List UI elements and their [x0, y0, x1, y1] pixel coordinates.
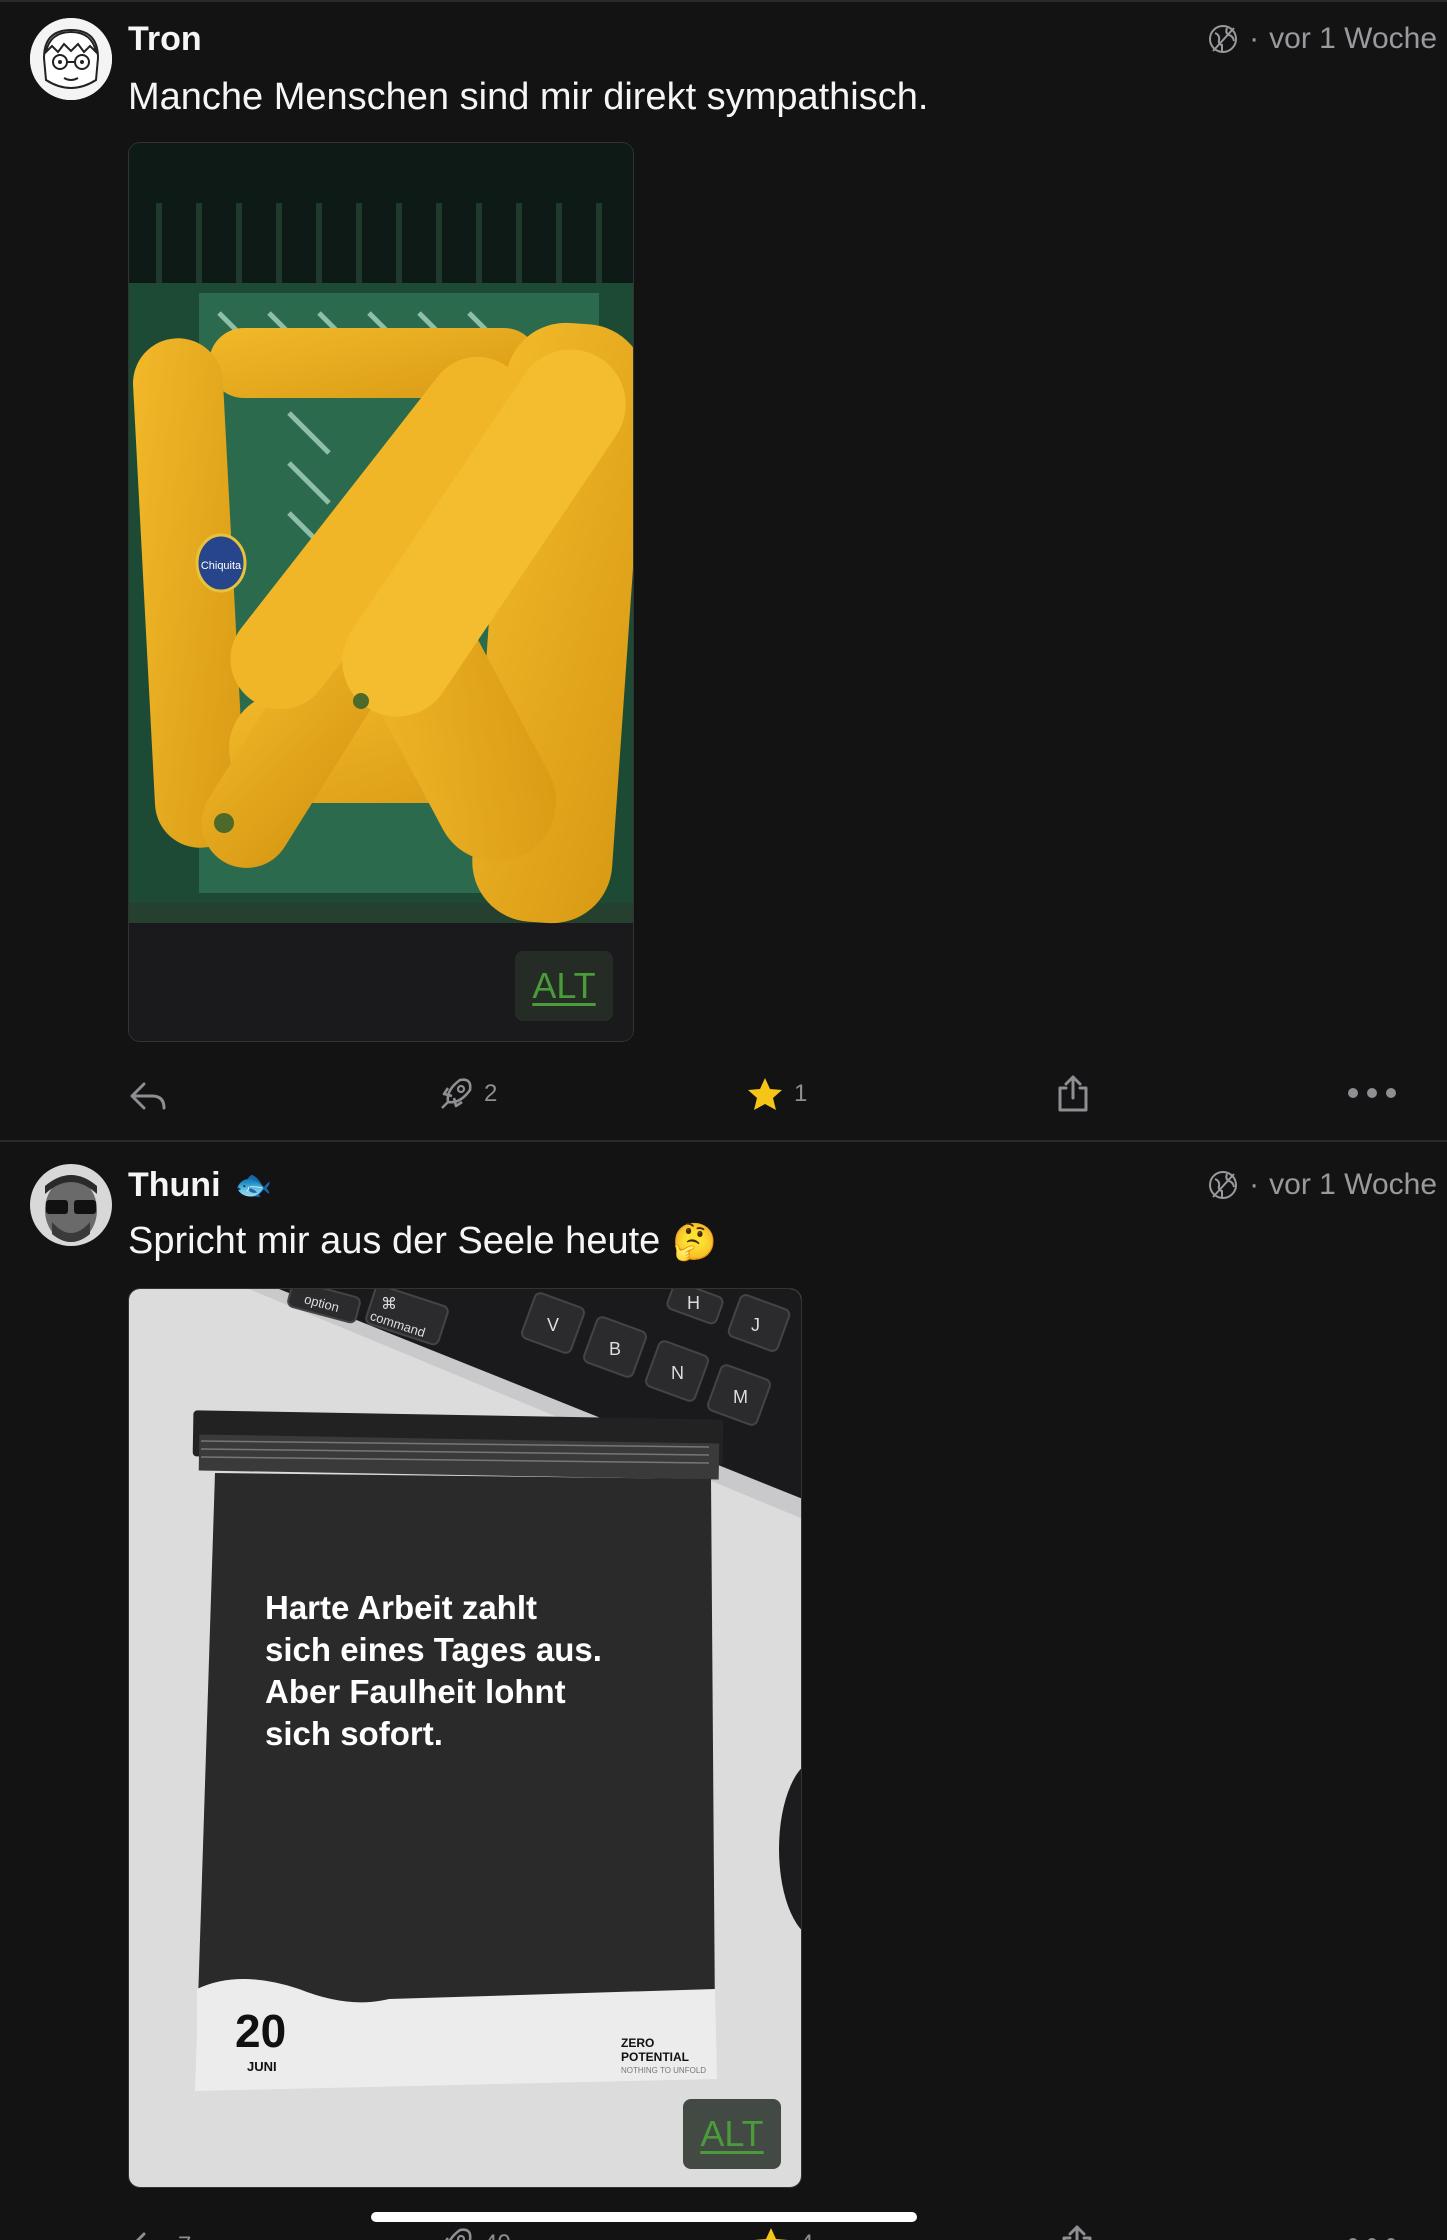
- brand-line-1: ZERO: [621, 2036, 654, 2050]
- key-n: N: [671, 1363, 684, 1383]
- boost-button[interactable]: 2: [438, 1076, 497, 1112]
- sticker-label: Chiquita: [201, 560, 242, 572]
- calendar-month: JUNI: [247, 2059, 277, 2074]
- brand-line-3: NOTHING TO UNFOLD: [621, 2066, 706, 2075]
- reply-count: 7: [178, 2232, 191, 2240]
- boost-icon: [445, 2228, 472, 2240]
- calendar-line-1: Harte Arbeit zahlt: [265, 1589, 537, 1626]
- post-2[interactable]: Thuni 🐟 · vor 1 Woche Spricht mir aus de…: [0, 1142, 1447, 2240]
- media-attachment[interactable]: Chiquita ALT: [128, 142, 634, 1042]
- favourite-count: 4: [800, 2230, 813, 2240]
- avatar[interactable]: [30, 18, 112, 100]
- key-b: B: [609, 1339, 621, 1359]
- globe-icon[interactable]: [1207, 1169, 1239, 1201]
- post-time[interactable]: vor 1 Woche: [1269, 22, 1437, 56]
- favourite-button[interactable]: 4: [752, 2226, 813, 2240]
- author-name-text: Thuni: [128, 1166, 221, 1204]
- key-cmd-symbol: ⌘: [381, 1294, 397, 1313]
- post-meta: · vor 1 Woche: [1207, 22, 1437, 56]
- calendar-day: 20: [235, 2005, 286, 2057]
- boost-icon: [441, 1078, 472, 1109]
- avatar[interactable]: [30, 1164, 112, 1246]
- boost-count: 2: [484, 1080, 498, 1107]
- share-button[interactable]: [1060, 2224, 1094, 2240]
- key-j: J: [751, 1315, 760, 1335]
- home-indicator[interactable]: [371, 2212, 917, 2222]
- star-icon: [754, 2228, 788, 2240]
- avatar-tron-drawing: [30, 18, 112, 100]
- separator-dot: ·: [1249, 1168, 1260, 1201]
- timeline-feed: Tron · vor 1 Woche Manche Menschen sind …: [0, 0, 1447, 2240]
- media-attachment[interactable]: option command ⌘ V B N M H J Harte Arbei…: [128, 1288, 802, 2188]
- calendar-line-2: sich eines Tages aus.: [265, 1631, 602, 1668]
- favourite-count: 1: [794, 1080, 808, 1107]
- action-bar: 2 1: [0, 1066, 1447, 1126]
- calendar-line-4: sich sofort.: [265, 1715, 443, 1752]
- separator-dot: ·: [1249, 22, 1260, 55]
- globe-icon[interactable]: [1207, 23, 1239, 55]
- post-text-content: Manche Menschen sind mir direkt sympathi…: [128, 76, 929, 118]
- post-1[interactable]: Tron · vor 1 Woche Manche Menschen sind …: [0, 0, 1447, 1140]
- reply-icon: [130, 1082, 166, 1110]
- alt-badge-label: ALT: [700, 2113, 764, 2154]
- author-emoji: 🐟: [234, 1169, 272, 1202]
- post-text-content: Spricht mir aus der Seele heute: [128, 1220, 661, 1262]
- boost-button[interactable]: 40: [438, 2226, 511, 2240]
- post-text: Spricht mir aus der Seele heute 🤔: [128, 1220, 717, 1263]
- zucchini-photo: Chiquita: [129, 143, 633, 1041]
- more-button[interactable]: [1346, 1086, 1398, 1100]
- favourite-button[interactable]: 1: [746, 1076, 807, 1112]
- reply-button[interactable]: 7: [128, 2228, 191, 2240]
- reply-icon: [135, 2232, 146, 2240]
- post-meta: · vor 1 Woche: [1207, 1168, 1437, 1202]
- author-name[interactable]: Tron: [128, 20, 202, 59]
- post-time[interactable]: vor 1 Woche: [1269, 1168, 1437, 1202]
- calendar-photo: option command ⌘ V B N M H J Harte Arbei…: [129, 1289, 801, 2187]
- post-emoji: 🤔: [672, 1220, 718, 1262]
- calendar-line-3: Aber Faulheit lohnt: [265, 1673, 566, 1710]
- brand-line-2: POTENTIAL: [621, 2050, 689, 2064]
- key-m: M: [733, 1387, 748, 1407]
- post-text: Manche Menschen sind mir direkt sympathi…: [128, 76, 928, 119]
- more-icon: [1349, 2238, 1395, 2240]
- boost-count: 40: [484, 2230, 511, 2240]
- alt-badge[interactable]: ALT: [683, 2099, 781, 2169]
- share-icon: [1062, 2225, 1092, 2240]
- reply-button[interactable]: [128, 1078, 178, 1114]
- avatar-thuni-photo: [30, 1164, 112, 1246]
- author-name-text: Tron: [128, 20, 202, 58]
- key-h: H: [687, 1293, 700, 1313]
- share-button[interactable]: [1056, 1074, 1090, 1114]
- more-button[interactable]: [1346, 2236, 1398, 2240]
- key-v: V: [547, 1315, 559, 1335]
- author-name[interactable]: Thuni 🐟: [128, 1166, 272, 1205]
- share-icon: [1058, 1075, 1088, 1112]
- star-icon: [748, 1078, 782, 1110]
- alt-badge-label: ALT: [532, 965, 596, 1006]
- more-icon: [1348, 1088, 1396, 1098]
- alt-badge[interactable]: ALT: [515, 951, 613, 1021]
